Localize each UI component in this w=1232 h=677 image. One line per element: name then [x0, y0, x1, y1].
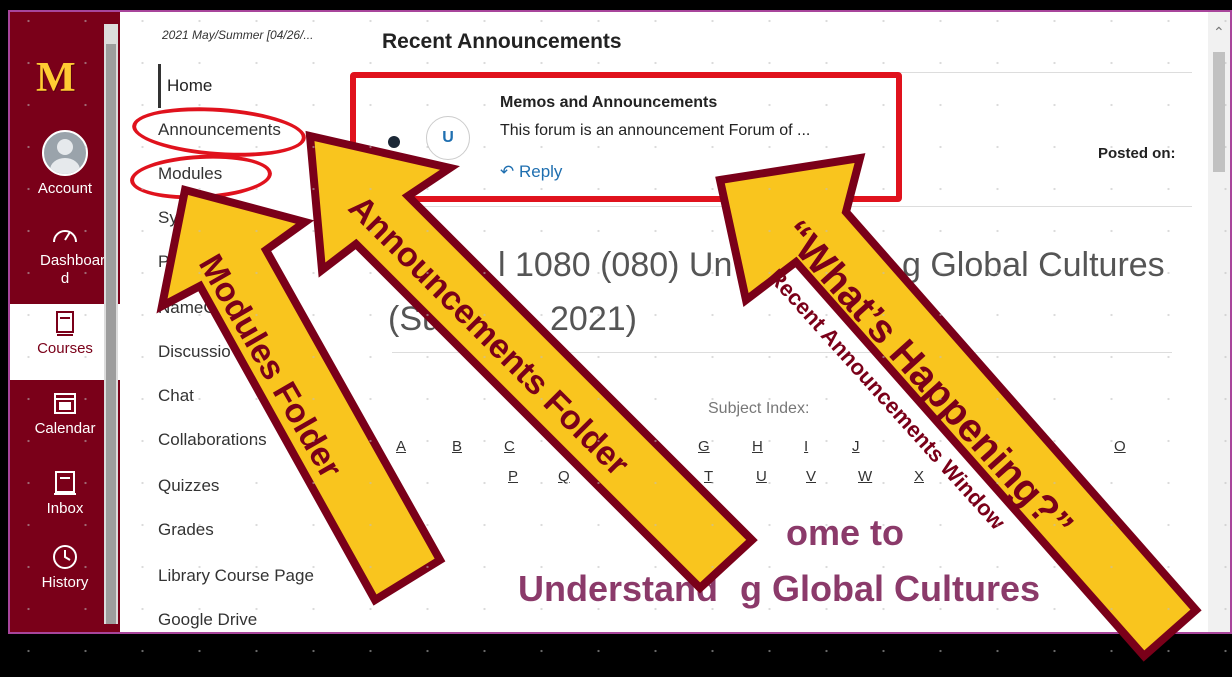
screenshot-canvas: M Account Dashboar d Courses Calendar In…	[0, 0, 1232, 677]
annotation-arrows	[156, 130, 1202, 662]
